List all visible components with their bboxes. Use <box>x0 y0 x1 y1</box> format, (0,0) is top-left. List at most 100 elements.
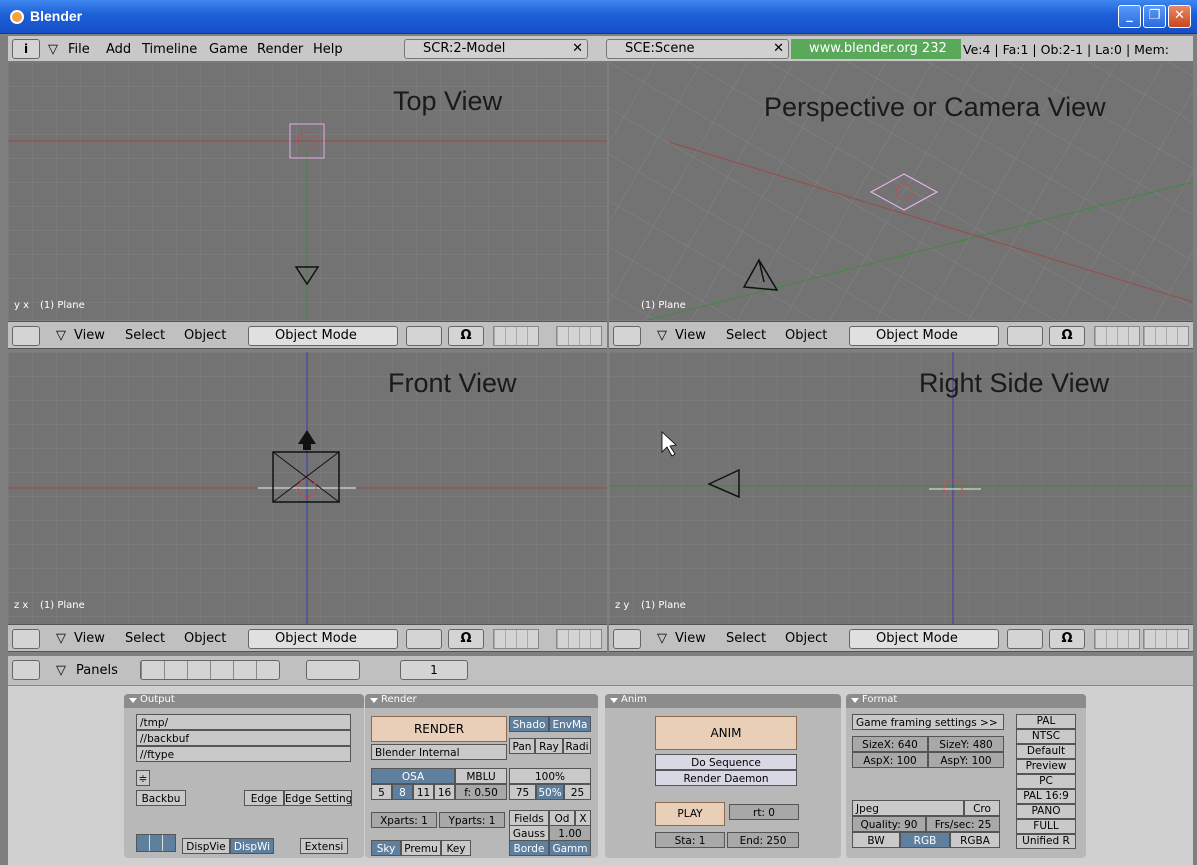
minimize-button[interactable]: _ <box>1118 5 1141 28</box>
editor-type-grid-icon[interactable] <box>12 326 40 346</box>
object-mode-select[interactable]: Object Mode <box>849 629 999 649</box>
menu-select[interactable]: Select <box>726 328 766 343</box>
aspx-field[interactable]: AspX: 100 <box>852 752 928 768</box>
radio-toggle[interactable]: Radi <box>563 738 591 754</box>
ray-toggle[interactable]: Ray <box>535 738 563 754</box>
image-format-select[interactable]: Jpeg <box>852 800 964 816</box>
do-sequence-toggle[interactable]: Do Sequence <box>655 754 797 770</box>
viewport-front[interactable]: Front View z x (1) Plane <box>8 352 607 624</box>
pivot-icon[interactable]: Ω <box>448 326 484 346</box>
menu-view[interactable]: View <box>675 328 706 343</box>
maximize-button[interactable]: ❐ <box>1143 5 1166 28</box>
pivot-icon[interactable]: Ω <box>1049 326 1085 346</box>
layer-buttons[interactable] <box>493 326 539 346</box>
collapse-triangle-icon[interactable]: ▽ <box>657 328 667 343</box>
layer-buttons[interactable] <box>493 629 539 649</box>
mblur-toggle[interactable]: MBLU <box>455 768 507 784</box>
object-mode-select[interactable]: Object Mode <box>849 326 999 346</box>
rt-field[interactable]: rt: 0 <box>729 804 799 820</box>
object-mode-select[interactable]: Object Mode <box>248 629 398 649</box>
size-100-button[interactable]: 100% <box>509 768 591 784</box>
start-frame-field[interactable]: Sta: 1 <box>655 832 725 848</box>
key-toggle[interactable]: Key <box>441 840 471 856</box>
draw-type-icon[interactable] <box>406 629 442 649</box>
menu-timeline[interactable]: Timeline <box>142 42 197 57</box>
collapse-triangle-icon[interactable]: ▽ <box>48 42 58 57</box>
edge-button[interactable]: Edge <box>244 790 284 806</box>
border-toggle[interactable]: Borde <box>509 840 549 856</box>
menu-object[interactable]: Object <box>184 631 226 646</box>
dispwin-button[interactable]: DispWi <box>230 838 274 854</box>
rgb-toggle[interactable]: RGB <box>900 832 950 848</box>
size-75-button[interactable]: 75 <box>509 784 536 800</box>
menu-object[interactable]: Object <box>785 328 827 343</box>
osa-toggle[interactable]: OSA <box>371 768 455 784</box>
preset-pc[interactable]: PC <box>1016 774 1076 789</box>
gamma-toggle[interactable]: Gamm <box>549 840 591 856</box>
viewport-right[interactable]: Right Side View z y (1) Plane <box>609 352 1193 624</box>
gauss-filter-field[interactable]: 1.00 <box>549 825 591 841</box>
close-button[interactable]: ✕ <box>1168 5 1191 28</box>
extensions-button[interactable]: Extensi <box>300 838 348 854</box>
backbuf-button[interactable]: Backbu <box>136 790 186 806</box>
odd-toggle[interactable]: Od <box>549 810 575 826</box>
menu-help[interactable]: Help <box>313 42 343 57</box>
frame-number-field[interactable]: 1 <box>400 660 468 680</box>
size-50-button[interactable]: 50% <box>536 784 564 800</box>
osa-8-button[interactable]: 8 <box>392 784 413 800</box>
bw-toggle[interactable]: BW <box>852 832 900 848</box>
menu-render[interactable]: Render <box>257 42 303 57</box>
layer-buttons[interactable] <box>556 326 602 346</box>
crop-toggle[interactable]: Cro <box>964 800 1000 816</box>
menu-view[interactable]: View <box>74 631 105 646</box>
sizex-field[interactable]: SizeX: 640 <box>852 736 928 752</box>
play-button[interactable]: PLAY <box>655 802 725 826</box>
screen-selector[interactable]: SCR:2-Model ✕ <box>404 39 588 59</box>
menu-view[interactable]: View <box>675 631 706 646</box>
preset-preview[interactable]: Preview <box>1016 759 1076 774</box>
draw-type-icon[interactable] <box>1007 326 1043 346</box>
preset-pano[interactable]: PANO <box>1016 804 1076 819</box>
pano-toggle[interactable]: Pan <box>509 738 535 754</box>
rgba-toggle[interactable]: RGBA <box>950 832 1000 848</box>
pivot-icon[interactable]: Ω <box>1049 629 1085 649</box>
anim-button[interactable]: ANIM <box>655 716 797 750</box>
render-engine-select[interactable]: Blender Internal <box>371 744 507 760</box>
menu-select[interactable]: Select <box>125 631 165 646</box>
pivot-icon[interactable]: Ω <box>448 629 484 649</box>
dither-grid-icon[interactable] <box>136 834 176 852</box>
preset-pal[interactable]: PAL <box>1016 714 1076 729</box>
draw-type-icon[interactable] <box>406 326 442 346</box>
unified-renderer-toggle[interactable]: Unified R <box>1016 834 1076 849</box>
menu-object[interactable]: Object <box>184 328 226 343</box>
sky-toggle[interactable]: Sky <box>371 840 401 856</box>
aspy-field[interactable]: AspY: 100 <box>928 752 1004 768</box>
quality-field[interactable]: Quality: 90 <box>852 816 926 832</box>
collapse-triangle-icon[interactable]: ▽ <box>56 328 66 343</box>
osa-5-button[interactable]: 5 <box>371 784 392 800</box>
layer-buttons[interactable] <box>556 629 602 649</box>
layer-buttons[interactable] <box>1094 629 1140 649</box>
menu-select[interactable]: Select <box>125 328 165 343</box>
render-daemon-toggle[interactable]: Render Daemon <box>655 770 797 786</box>
end-frame-field[interactable]: End: 250 <box>727 832 799 848</box>
ftype-path-field[interactable]: //ftype <box>136 746 351 762</box>
menu-file[interactable]: File <box>68 42 90 57</box>
edge-settings-button[interactable]: Edge Setting <box>284 790 352 806</box>
editor-type-grid-icon[interactable] <box>12 629 40 649</box>
preset-ntsc[interactable]: NTSC <box>1016 729 1076 744</box>
menu-select[interactable]: Select <box>726 631 766 646</box>
draw-type-icon[interactable] <box>1007 629 1043 649</box>
blender-site-link[interactable]: www.blender.org 232 <box>791 39 961 59</box>
yparts-field[interactable]: Yparts: 1 <box>439 812 505 828</box>
info-editor-icon[interactable]: i <box>12 39 40 59</box>
object-mode-select[interactable]: Object Mode <box>248 326 398 346</box>
game-framing-button[interactable]: Game framing settings >> <box>852 714 1004 730</box>
shadow-toggle[interactable]: Shado <box>509 716 549 732</box>
preset-default[interactable]: Default <box>1016 744 1076 759</box>
sizey-field[interactable]: SizeY: 480 <box>928 736 1004 752</box>
context-buttons[interactable] <box>140 660 280 680</box>
preset-full[interactable]: FULL <box>1016 819 1076 834</box>
fields-toggle[interactable]: Fields <box>509 810 549 826</box>
editor-type-buttons-icon[interactable] <box>12 660 40 680</box>
